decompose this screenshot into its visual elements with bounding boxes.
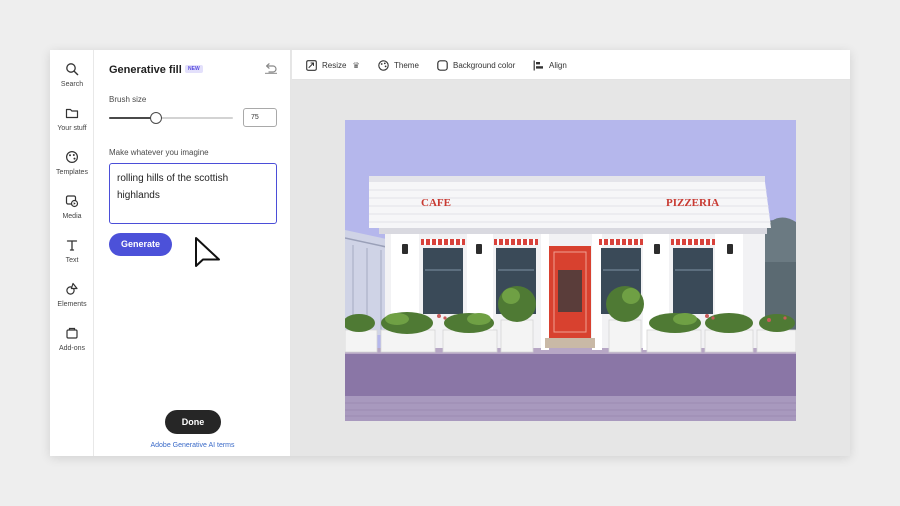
addons-icon bbox=[66, 327, 78, 339]
rail-item-addons[interactable]: Add-ons bbox=[50, 326, 94, 366]
rail-label-your-stuff: Your stuff bbox=[57, 125, 87, 132]
templates-icon bbox=[65, 150, 79, 164]
cafe-photo-image: CAFE PIZZERIA bbox=[345, 120, 796, 421]
new-badge: NEW bbox=[185, 65, 203, 73]
brush-size-label: Brush size bbox=[109, 95, 147, 104]
brush-size-slider[interactable] bbox=[109, 110, 233, 124]
media-icon bbox=[65, 195, 79, 208]
done-button[interactable]: Done bbox=[165, 410, 221, 434]
elements-icon bbox=[66, 282, 78, 295]
sign-cafe: CAFE bbox=[421, 197, 451, 209]
app-window: Search Your stuff Templates Media Text E… bbox=[50, 50, 850, 456]
brush-size-input[interactable]: 75 bbox=[243, 108, 277, 127]
generative-ai-terms-link[interactable]: Adobe Generative AI terms bbox=[94, 442, 291, 449]
top-toolbar: Resize ♛ Theme Background color Align bbox=[292, 50, 850, 80]
resize-button[interactable]: Resize ♛ bbox=[306, 50, 360, 80]
background-color-button[interactable]: Background color bbox=[437, 50, 515, 80]
cafe-photo[interactable]: CAFE PIZZERIA bbox=[345, 120, 796, 421]
rail-item-templates[interactable]: Templates bbox=[50, 150, 94, 190]
generate-button[interactable]: Generate bbox=[109, 233, 172, 256]
rail-item-text[interactable]: Text bbox=[50, 238, 94, 278]
prompt-label: Make whatever you imagine bbox=[109, 148, 209, 157]
align-label: Align bbox=[549, 60, 567, 70]
theme-button[interactable]: Theme bbox=[378, 50, 419, 80]
panel-title: Generative fill bbox=[109, 64, 182, 76]
rail-label-addons: Add-ons bbox=[58, 345, 86, 352]
sign-pizzeria: PIZZERIA bbox=[666, 197, 719, 209]
rail-label-search: Search bbox=[60, 81, 84, 88]
rail-label-elements: Elements bbox=[57, 301, 87, 308]
background-color-label: Background color bbox=[453, 60, 516, 70]
left-rail: Search Your stuff Templates Media Text E… bbox=[50, 50, 94, 456]
rail-item-your-stuff[interactable]: Your stuff bbox=[50, 106, 94, 146]
prompt-textarea[interactable]: rolling hills of the scottish highlands bbox=[109, 163, 277, 224]
text-icon bbox=[66, 240, 78, 251]
theme-palette-icon bbox=[378, 59, 389, 71]
background-color-icon bbox=[437, 59, 448, 71]
folder-icon bbox=[65, 108, 79, 119]
undo-icon[interactable] bbox=[264, 62, 278, 74]
resize-icon bbox=[306, 59, 317, 71]
slider-fill bbox=[109, 117, 156, 119]
slider-thumb[interactable] bbox=[150, 112, 162, 124]
theme-label: Theme bbox=[394, 60, 419, 70]
rail-item-media[interactable]: Media bbox=[50, 194, 94, 234]
rail-label-text: Text bbox=[65, 257, 79, 264]
premium-crown-icon: ♛ bbox=[352, 60, 360, 70]
generative-fill-panel: Generative fill NEW Brush size 75 Make w… bbox=[94, 50, 291, 456]
rail-label-media: Media bbox=[62, 213, 82, 220]
rail-item-search[interactable]: Search bbox=[50, 62, 94, 102]
align-button[interactable]: Align bbox=[533, 50, 567, 80]
rail-item-elements[interactable]: Elements bbox=[50, 282, 94, 322]
align-icon bbox=[533, 60, 543, 70]
search-icon bbox=[66, 63, 79, 76]
resize-label: Resize bbox=[322, 60, 347, 70]
canvas-area: CAFE PIZZERIA bbox=[292, 80, 850, 456]
mouse-cursor-icon bbox=[195, 237, 220, 267]
rail-label-templates: Templates bbox=[56, 169, 88, 176]
